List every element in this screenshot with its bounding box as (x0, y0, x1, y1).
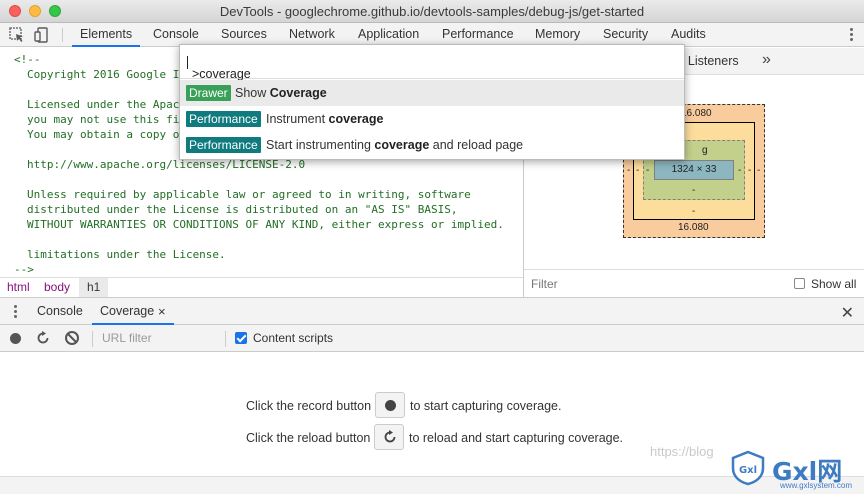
padding-bottom-value[interactable]: - (692, 185, 695, 196)
command-item-text: coverage (328, 112, 384, 126)
more-tabs-chevron-icon[interactable]: » (762, 51, 771, 69)
reload-icon (384, 430, 396, 443)
command-menu: >coverage Drawer Show Coverage Performan… (179, 44, 685, 160)
record-instruction-suffix: to start capturing coverage. (410, 399, 562, 413)
command-category-badge: Performance (186, 137, 261, 153)
tab-elements[interactable]: Elements (72, 23, 141, 47)
source-line: WITHOUT WARRANTIES OR CONDITIONS OF ANY … (27, 218, 504, 231)
source-line: limitations under the License. (27, 248, 226, 261)
source-line: --> (14, 263, 34, 276)
command-category-badge: Drawer (186, 85, 231, 101)
command-item-text: Start instrumenting (266, 138, 375, 152)
source-line: Copyright 2016 Google I (27, 68, 180, 81)
margin-bottom-value[interactable]: 16.080 (678, 222, 709, 233)
show-all-checkbox[interactable]: Show all (794, 277, 856, 291)
drawer-tab-coverage-label: Coverage (100, 304, 155, 318)
window-titlebar: DevTools - googlechrome.github.io/devtoo… (0, 0, 864, 23)
padding-label: g (702, 145, 708, 156)
command-item-text: and reload page (429, 138, 524, 152)
breadcrumb-html[interactable]: html (3, 278, 34, 297)
margin-left-value[interactable]: - (627, 165, 630, 176)
start-record-button[interactable] (375, 392, 405, 418)
computed-filter-input[interactable]: Filter (531, 277, 558, 291)
source-line: <!-- (14, 53, 41, 66)
command-item-start-instrumenting-coverage[interactable]: Performance Start instrumenting coverage… (180, 132, 684, 158)
command-menu-input[interactable]: >coverage (180, 45, 684, 81)
command-item-text: Instrument (266, 112, 329, 126)
box-model-content: 1324 × 33 (654, 160, 734, 180)
command-item-label: Show Coverage (235, 86, 327, 100)
source-line: You may obtain a copy o (27, 128, 180, 141)
watermark-text: https://blog (650, 444, 714, 459)
computed-filter-row: Filter Show all (524, 269, 864, 297)
command-item-show-coverage[interactable]: Drawer Show Coverage (180, 80, 684, 106)
close-coverage-tab-icon[interactable]: × (158, 304, 166, 319)
record-instruction-prefix: Click the record button (246, 399, 372, 413)
command-item-label: Start instrumenting coverage and reload … (266, 138, 523, 152)
source-line: distributed under the License is distrib… (27, 203, 458, 216)
start-reload-button[interactable] (374, 424, 404, 450)
margin-top-value[interactable]: 16.080 (681, 108, 712, 119)
close-drawer-icon[interactable]: ✕ (841, 303, 854, 323)
source-line: you may not use this fi (27, 113, 180, 126)
record-icon (385, 400, 396, 411)
inspect-element-icon[interactable] (8, 26, 26, 44)
margin-right-value[interactable]: - (757, 165, 760, 176)
record-icon[interactable] (10, 333, 21, 344)
padding-right-value[interactable]: - (738, 165, 741, 176)
command-item-text: Show (235, 86, 270, 100)
command-item-instrument-coverage[interactable]: Performance Instrument coverage (180, 106, 684, 132)
toolbar-separator (62, 28, 63, 42)
toolbar-separator (92, 331, 93, 347)
command-query: >coverage (192, 67, 251, 81)
more-options-icon[interactable] (844, 27, 858, 43)
command-item-text: Coverage (269, 86, 327, 100)
coverage-toolbar: URL filter Content scripts (0, 325, 864, 352)
device-toolbar-icon[interactable] (33, 26, 51, 44)
padding-left-value[interactable]: - (646, 165, 649, 176)
drawer-tab-console[interactable]: Console (37, 298, 83, 325)
content-scripts-checkbox[interactable]: Content scripts (235, 331, 333, 345)
breadcrumb-body[interactable]: body (40, 278, 74, 297)
reload-instruction-suffix: to reload and start capturing coverage. (409, 431, 624, 445)
border-right-value[interactable]: - (748, 165, 751, 176)
command-item-text: coverage (374, 138, 430, 152)
source-line: Unless required by applicable law or agr… (27, 188, 471, 201)
command-category-badge: Performance (186, 111, 261, 127)
window-title: DevTools - googlechrome.github.io/devtoo… (219, 4, 645, 19)
url-filter-input[interactable]: URL filter (102, 331, 152, 345)
breadcrumb-h1[interactable]: h1 (79, 278, 109, 297)
drawer-more-icon[interactable] (12, 305, 18, 319)
toolbar-separator (225, 331, 226, 347)
watermark-shield-icon: Gxl (731, 450, 765, 486)
reload-icon[interactable] (36, 331, 50, 345)
reload-instruction-prefix: Click the reload button (246, 431, 371, 445)
border-bottom-value[interactable]: - (692, 206, 695, 217)
watermark-url: www.gxlsystem.com (780, 481, 853, 490)
drawer-tab-bar: Console Coverage × ✕ (0, 297, 864, 325)
source-line: Licensed under the Apac (27, 98, 180, 111)
command-item-label: Instrument coverage (266, 112, 383, 126)
clear-icon[interactable] (65, 331, 79, 345)
content-scripts-label: Content scripts (253, 331, 334, 345)
breadcrumb: html body h1 (0, 277, 523, 297)
svg-text:Gxl: Gxl (739, 465, 757, 476)
show-all-label: Show all (811, 277, 857, 291)
border-left-value[interactable]: - (636, 165, 639, 176)
